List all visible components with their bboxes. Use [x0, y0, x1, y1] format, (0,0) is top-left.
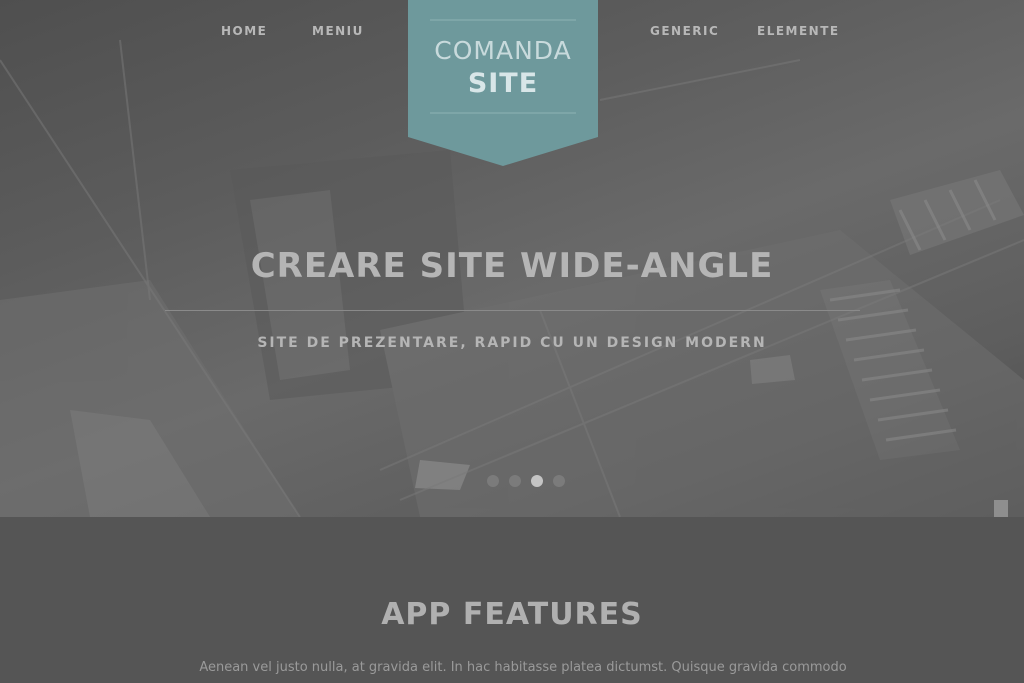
hero-slider: HOME MENIU GENERIC ELEMENTE COMANDA SITE… — [0, 0, 1024, 517]
slider-dot[interactable] — [553, 475, 565, 487]
features-section: APP FEATURES Aenean vel justo nulla, at … — [0, 517, 1024, 683]
site-logo[interactable]: COMANDA SITE — [408, 0, 598, 166]
features-text: Aenean vel justo nulla, at gravida elit.… — [199, 660, 847, 683]
hero-divider — [165, 310, 860, 311]
slider-dot[interactable] — [487, 475, 499, 487]
logo-line-1: COMANDA — [434, 36, 572, 65]
hero-subtitle: SITE DE PREZENTARE, RAPID CU UN DESIGN M… — [257, 335, 767, 351]
scroll-indicator[interactable] — [994, 500, 1008, 517]
slider-dot-active[interactable] — [531, 475, 543, 487]
logo-line-2: SITE — [467, 68, 539, 99]
hero-title: CREARE SITE WIDE-ANGLE — [250, 246, 774, 286]
slider-dot[interactable] — [509, 475, 521, 487]
nav-elemente-link[interactable]: ELEMENTE — [757, 24, 840, 38]
slider-dots — [487, 475, 565, 487]
nav-generic-link[interactable]: GENERIC — [650, 24, 719, 38]
nav-meniu-link[interactable]: MENIU — [312, 24, 364, 38]
nav-home-link[interactable]: HOME — [221, 24, 267, 38]
features-title: APP FEATURES — [381, 597, 643, 632]
